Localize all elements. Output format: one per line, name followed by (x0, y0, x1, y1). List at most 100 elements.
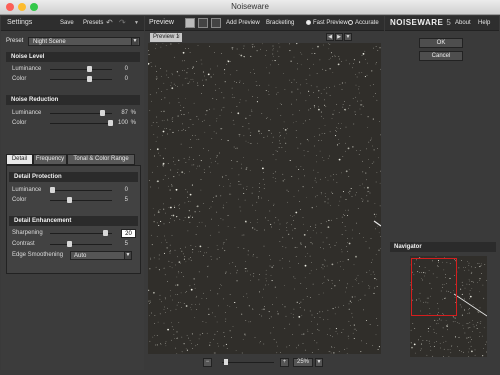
slider-knob[interactable] (67, 241, 73, 247)
slider-knob[interactable] (108, 120, 113, 126)
detail-protection-luminance-row: Luminance 0 (12, 186, 136, 195)
preset-row: Preset Night Scene ▼ (6, 37, 140, 47)
chevron-down-icon[interactable]: ▼ (344, 33, 352, 41)
add-preview-button[interactable]: Add Preview (226, 20, 260, 26)
cancel-button[interactable]: Cancel (419, 51, 463, 61)
chevron-left-icon[interactable]: ◀ (326, 33, 334, 41)
noise-reduction-color-label: Color (12, 120, 27, 126)
split-vertical-icon[interactable] (211, 18, 221, 28)
close-icon[interactable]: × (176, 33, 180, 42)
ok-button[interactable]: OK (419, 38, 463, 48)
slider-knob[interactable] (100, 110, 106, 116)
tab-frequency[interactable]: Frequency (33, 154, 67, 165)
settings-panel: Settings Save Presets ↶ ↷ ▼ Preset Night… (1, 16, 144, 370)
navigator-viewport[interactable] (411, 258, 457, 316)
tab-preview-1[interactable]: Preview 1 × (150, 33, 182, 42)
zoom-out-button[interactable]: − (203, 358, 212, 367)
bracketing-button[interactable]: Bracketing (266, 20, 294, 26)
accurate-label: Accurate (355, 20, 379, 26)
noise-level-color-row: Color 0 (12, 75, 136, 84)
preset-select[interactable]: Night Scene ▼ (28, 37, 140, 46)
detail-protection-color-row: Color 5 (12, 196, 136, 205)
noise-level-luminance-label: Luminance (12, 66, 42, 72)
detail-protection-color-label: Color (12, 197, 27, 203)
window-titlebar: Noiseware (0, 0, 500, 15)
detail-protection-color-slider[interactable] (50, 200, 112, 201)
slider-knob[interactable] (50, 187, 55, 193)
chevron-down-icon[interactable]: ▼ (315, 358, 323, 367)
presets-button[interactable]: Presets (83, 20, 103, 26)
chevron-right-icon[interactable]: ▶ (335, 33, 343, 41)
tab-detail[interactable]: Detail (6, 154, 33, 165)
edge-smoothening-label: Edge Smoothening (12, 252, 64, 258)
tab-tonal-color-range[interactable]: Tonal & Color Range (67, 154, 135, 165)
edge-smoothening-select[interactable]: Auto ▼ (70, 251, 132, 260)
undo-icon[interactable]: ↶ (106, 18, 113, 27)
slider-knob[interactable] (87, 66, 93, 72)
redo-icon[interactable]: ↷ (119, 18, 126, 27)
slider-knob[interactable] (103, 230, 109, 236)
logo-text: NOISEWARE (390, 18, 444, 27)
logo-version: 5 (446, 18, 452, 27)
zoom-level[interactable]: 25% (293, 358, 313, 367)
noiseware-logo: NOISEWARE 5 (390, 18, 451, 27)
fast-preview-radio[interactable] (306, 20, 311, 25)
navigator-thumbnail[interactable] (410, 256, 487, 357)
contrast-label: Contrast (12, 241, 35, 247)
noise-level-color-slider[interactable] (50, 79, 112, 80)
chevron-down-icon[interactable]: ▼ (131, 38, 138, 45)
right-header: NOISEWARE 5 About Help (385, 16, 499, 31)
noise-reduction-header: Noise Reduction (6, 95, 140, 105)
noise-reduction-luminance-value: 87 (121, 110, 128, 116)
navigator-panel (390, 252, 496, 358)
slider-knob[interactable] (87, 76, 93, 82)
preview-header: Preview Add Preview Bracketing Fast Prev… (145, 16, 384, 31)
noise-reduction-color-slider[interactable] (50, 123, 112, 124)
contrast-row: Contrast 5 (12, 240, 136, 249)
fast-preview-label: Fast Preview (313, 20, 348, 26)
noise-reduction-color-value: 100 (117, 120, 128, 126)
detail-protection-luminance-label: Luminance (12, 187, 42, 193)
preview-title: Preview (149, 19, 174, 26)
tab-preview-1-label: Preview 1 (153, 34, 180, 40)
noise-reduction-color-row: Color 100 % (12, 119, 136, 128)
single-view-icon[interactable] (185, 18, 195, 28)
contrast-slider[interactable] (50, 244, 112, 245)
noise-reduction-luminance-label: Luminance (12, 110, 42, 116)
detail-protection-luminance-value: 0 (124, 187, 128, 193)
settings-header: Settings Save Presets ↶ ↷ ▼ (1, 16, 144, 31)
detail-protection-luminance-slider[interactable] (50, 190, 112, 191)
window-title: Noiseware (231, 2, 269, 11)
edge-smoothening-row: Edge Smoothening Auto ▼ (12, 251, 136, 260)
detail-enhancement-header: Detail Enhancement (9, 216, 138, 226)
about-link[interactable]: About (455, 20, 471, 26)
slider-knob[interactable] (67, 197, 73, 203)
chevron-down-icon[interactable]: ▼ (134, 20, 139, 26)
edge-smoothening-value: Auto (74, 253, 87, 259)
noise-level-luminance-row: Luminance 0 (12, 65, 136, 74)
zoom-slider[interactable] (222, 362, 274, 363)
noise-level-luminance-slider[interactable] (50, 69, 112, 70)
preset-value: Night Scene (33, 39, 66, 45)
help-link[interactable]: Help (478, 20, 490, 26)
noise-level-color-label: Color (12, 76, 27, 82)
contrast-value: 5 (124, 241, 128, 247)
split-horizontal-icon[interactable] (198, 18, 208, 28)
right-panel: NOISEWARE 5 About Help OK Cancel Navigato… (385, 16, 499, 370)
zoom-bar: − + 25% ▼ (145, 354, 384, 370)
sharpening-row: Sharpening 20 (12, 229, 136, 238)
save-button[interactable]: Save (60, 20, 74, 26)
preview-image[interactable] (148, 43, 381, 354)
chevron-down-icon[interactable]: ▼ (124, 252, 131, 259)
zoom-in-button[interactable]: + (280, 358, 289, 367)
detail-protection-color-value: 5 (124, 197, 128, 203)
preview-panel: Preview Add Preview Bracketing Fast Prev… (145, 16, 384, 370)
night-sky-image (148, 43, 381, 354)
sharpening-input[interactable]: 20 (121, 229, 136, 238)
zoom-slider-knob[interactable] (224, 359, 229, 365)
percent-unit: % (130, 120, 136, 126)
noise-reduction-luminance-row: Luminance 87 % (12, 109, 136, 118)
preset-label: Preset (6, 38, 24, 44)
navigator-header: Navigator (390, 242, 496, 252)
accurate-radio[interactable] (348, 20, 353, 25)
